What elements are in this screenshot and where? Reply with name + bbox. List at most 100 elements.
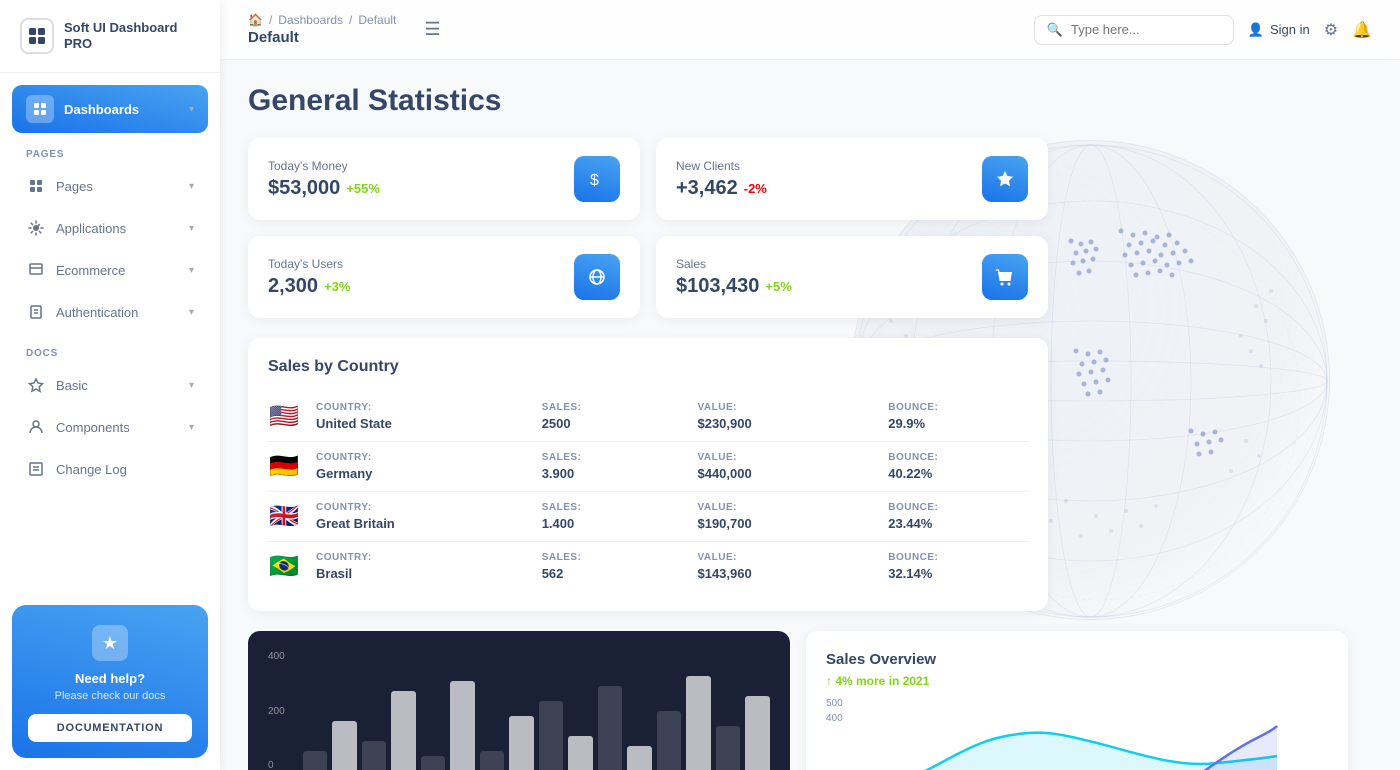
col-header-sales-gb: Sales: (542, 502, 682, 513)
applications-label: Applications (56, 221, 179, 236)
sales-col-br: Sales: 562 (542, 552, 682, 581)
col-value-country-br: Brasil (316, 566, 526, 581)
search-input[interactable] (1071, 22, 1221, 37)
sales-col-us: Sales: 2500 (542, 402, 682, 431)
sidebar-item-applications[interactable]: Applications ▾ (12, 208, 208, 248)
stat-card-clients: New Clients +3,462 -2% (656, 138, 1048, 220)
country-col-br: Country: Brasil (316, 552, 526, 581)
search-box[interactable]: 🔍 (1034, 15, 1234, 45)
home-icon: 🏠 (248, 13, 263, 27)
changelog-label: Change Log (56, 462, 194, 477)
sidebar-item-components[interactable]: Components ▾ (12, 407, 208, 447)
content-area: General Statistics (220, 60, 1400, 770)
notification-icon[interactable]: 🔔 (1352, 20, 1372, 40)
main-content: 🏠 / Dashboards / Default Default ☰ 🔍 👤 S… (220, 0, 1400, 770)
stat-info-users: Today's Users 2,300 +3% (268, 257, 350, 298)
col-value-value-br: $143,960 (697, 566, 872, 581)
breadcrumb-separator1: / (269, 13, 272, 27)
col-header-country-gb: Country: (316, 502, 526, 513)
sidebar-item-ecommerce[interactable]: Ecommerce ▾ (12, 250, 208, 290)
col-value-value-gb: $190,700 (697, 516, 872, 531)
col-value-sales-de: 3.900 (542, 466, 682, 481)
col-value-value-us: $230,900 (697, 416, 872, 431)
stat-info-clients: New Clients +3,462 -2% (676, 159, 767, 200)
bounce-col-gb: Bounce: 23.44% (888, 502, 1028, 531)
country-row-us: 🇺🇸 Country: United State Sales: 2500 Val… (268, 392, 1028, 442)
stat-info-money: Today's Money $53,000 +55% (268, 159, 380, 200)
bar-chart-card: 400 200 0 (248, 631, 790, 770)
page-title: General Statistics (248, 84, 1372, 118)
breadcrumb: 🏠 / Dashboards / Default Default (248, 13, 396, 46)
dashboards-label: Dashboards (64, 102, 179, 117)
col-header-bounce-br: Bounce: (888, 552, 1028, 563)
basic-arrow: ▾ (189, 380, 194, 391)
bar-16 (745, 696, 770, 770)
hamburger-menu[interactable]: ☰ (416, 15, 448, 44)
bar-5 (421, 756, 446, 770)
sales-overview-card: Sales Overview ↑ 4% more in 2021 500 400 (806, 631, 1348, 770)
sidebar-item-changelog[interactable]: Change Log (12, 449, 208, 489)
col-value-sales-br: 562 (542, 566, 682, 581)
docs-section-title: DOCS (12, 334, 208, 365)
components-label: Components (56, 420, 179, 435)
bounce-col-us: Bounce: 29.9% (888, 402, 1028, 431)
breadcrumb-path: 🏠 / Dashboards / Default (248, 13, 396, 27)
sidebar-item-pages[interactable]: Pages ▾ (12, 166, 208, 206)
breadcrumb-current: Default (358, 13, 396, 27)
components-icon (26, 417, 46, 437)
col-value-bounce-gb: 23.44% (888, 516, 1028, 531)
stat-value-users: 2,300 (268, 275, 318, 298)
value-col-us: Value: $230,900 (697, 402, 872, 431)
col-value-sales-us: 2500 (542, 416, 682, 431)
pages-icon (26, 176, 46, 196)
col-header-sales-us: Sales: (542, 402, 682, 413)
col-value-country-gb: Great Britain (316, 516, 526, 531)
documentation-button[interactable]: DOCUMENTATION (28, 714, 192, 742)
stats-section: Today's Money $53,000 +55% $ New Clients (248, 138, 1048, 318)
stat-label-money: Today's Money (268, 159, 380, 173)
help-star-icon: ★ (92, 625, 128, 661)
sales-by-country-title: Sales by Country (268, 358, 1028, 376)
stat-label-users: Today's Users (268, 257, 350, 271)
ecommerce-icon (26, 260, 46, 280)
bar-4 (391, 691, 416, 770)
col-value-value-de: $440,000 (697, 466, 872, 481)
col-header-country-us: Country: (316, 402, 526, 413)
overview-line-chart (826, 718, 1328, 770)
stat-change-money: +55% (346, 181, 380, 196)
bar-3 (362, 741, 387, 770)
stat-change-sales: +5% (765, 279, 791, 294)
col-header-sales-br: Sales: (542, 552, 682, 563)
svg-text:$: $ (590, 172, 599, 189)
sign-in-label: Sign in (1270, 22, 1310, 37)
stat-info-sales: Sales $103,430 +5% (676, 257, 792, 298)
sidebar-item-dashboards[interactable]: Dashboards ▾ (12, 85, 208, 133)
col-value-bounce-de: 40.22% (888, 466, 1028, 481)
stat-change-users: +3% (324, 279, 350, 294)
col-header-country-de: Country: (316, 452, 526, 463)
logo-icon (20, 18, 54, 54)
sidebar-item-authentication[interactable]: Authentication ▾ (12, 292, 208, 332)
stat-label-clients: New Clients (676, 159, 767, 173)
search-icon: 🔍 (1047, 22, 1063, 38)
overview-chart: 500 400 (826, 698, 1328, 770)
value-col-br: Value: $143,960 (697, 552, 872, 581)
sidebar-item-basic[interactable]: Basic ▾ (12, 365, 208, 405)
country-row-de: 🇩🇪 Country: Germany Sales: 3.900 Value: … (268, 442, 1028, 492)
col-header-value-br: Value: (697, 552, 872, 563)
breadcrumb-dashboards: Dashboards (278, 13, 343, 27)
settings-icon[interactable]: ⚙ (1324, 20, 1338, 40)
stat-card-users: Today's Users 2,300 +3% (248, 236, 640, 318)
bounce-col-de: Bounce: 40.22% (888, 452, 1028, 481)
col-header-value-gb: Value: (697, 502, 872, 513)
pages-arrow: ▾ (189, 181, 194, 192)
country-row-br: 🇧🇷 Country: Brasil Sales: 562 Value: $14… (268, 542, 1028, 591)
help-title: Need help? (28, 671, 192, 686)
sign-in-button[interactable]: 👤 Sign in (1248, 22, 1310, 38)
bar-1 (303, 751, 328, 770)
sales-col-de: Sales: 3.900 (542, 452, 682, 481)
components-arrow: ▾ (189, 422, 194, 433)
bar-chart-bars (303, 651, 770, 770)
y-label-200: 200 (268, 706, 285, 717)
stat-value-sales: $103,430 (676, 275, 759, 298)
